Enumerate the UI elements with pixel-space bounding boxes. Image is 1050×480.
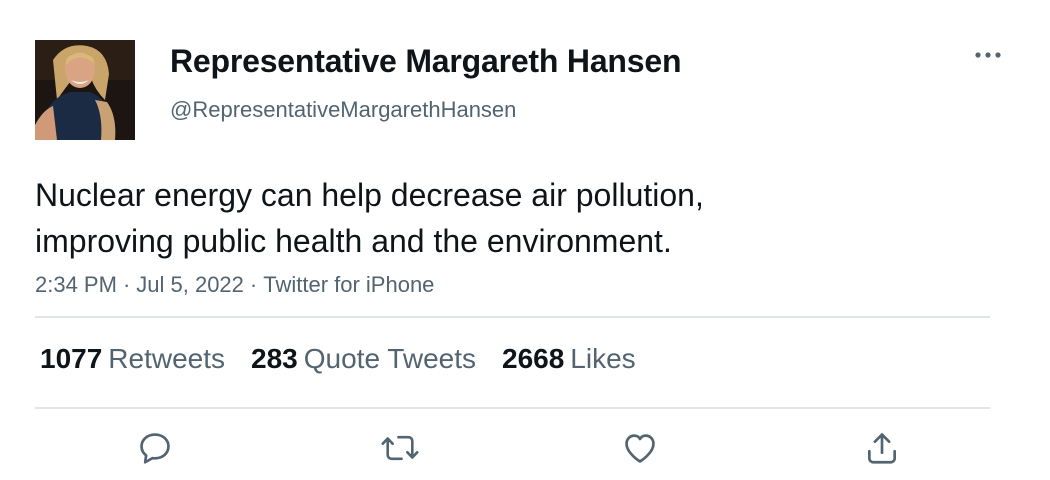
retweets-label: Retweets <box>108 343 226 374</box>
tweet-text-line: Nuclear energy can help decrease air pol… <box>35 177 704 213</box>
avatar[interactable] <box>35 40 135 140</box>
tweet-time[interactable]: 2:34 PM <box>35 272 117 297</box>
likes-count: 2668 <box>502 343 565 374</box>
reply-button[interactable] <box>135 428 175 468</box>
quote-tweets-count: 283 <box>251 343 298 374</box>
tweet-text-line: improving public health and the environm… <box>35 223 672 259</box>
divider <box>35 316 990 318</box>
tweet-meta: 2:34 PM · Jul 5, 2022 · Twitter for iPhone <box>35 272 434 298</box>
tweet-stats: 1077 Retweets 283 Quote Tweets 2668 Likes <box>40 343 662 375</box>
more-options-button[interactable] <box>968 40 1008 70</box>
avatar-image <box>35 40 135 140</box>
meta-separator: · <box>122 272 131 297</box>
author-handle[interactable]: @RepresentativeMargarethHansen <box>170 97 516 123</box>
quote-tweets-stat[interactable]: 283 Quote Tweets <box>251 343 476 375</box>
quote-tweets-label: Quote Tweets <box>303 343 476 374</box>
likes-stat[interactable]: 2668 Likes <box>502 343 636 375</box>
like-button[interactable] <box>620 428 660 468</box>
tweet-card: Representative Margareth Hansen @Represe… <box>0 0 1050 480</box>
retweets-stat[interactable]: 1077 Retweets <box>40 343 225 375</box>
author-display-name[interactable]: Representative Margareth Hansen <box>170 43 682 80</box>
more-icon <box>975 52 1001 58</box>
reply-icon <box>140 433 170 464</box>
retweet-icon <box>381 435 419 461</box>
divider <box>35 407 990 409</box>
retweet-button[interactable] <box>380 428 420 468</box>
tweet-date[interactable]: Jul 5, 2022 <box>136 272 244 297</box>
tweet-source[interactable]: Twitter for iPhone <box>263 272 434 297</box>
meta-separator: · <box>249 272 258 297</box>
tweet-text: Nuclear energy can help decrease air pol… <box>35 172 935 264</box>
like-icon <box>625 434 655 463</box>
share-icon <box>867 433 897 464</box>
likes-label: Likes <box>570 343 636 374</box>
share-button[interactable] <box>862 428 902 468</box>
retweets-count: 1077 <box>40 343 103 374</box>
